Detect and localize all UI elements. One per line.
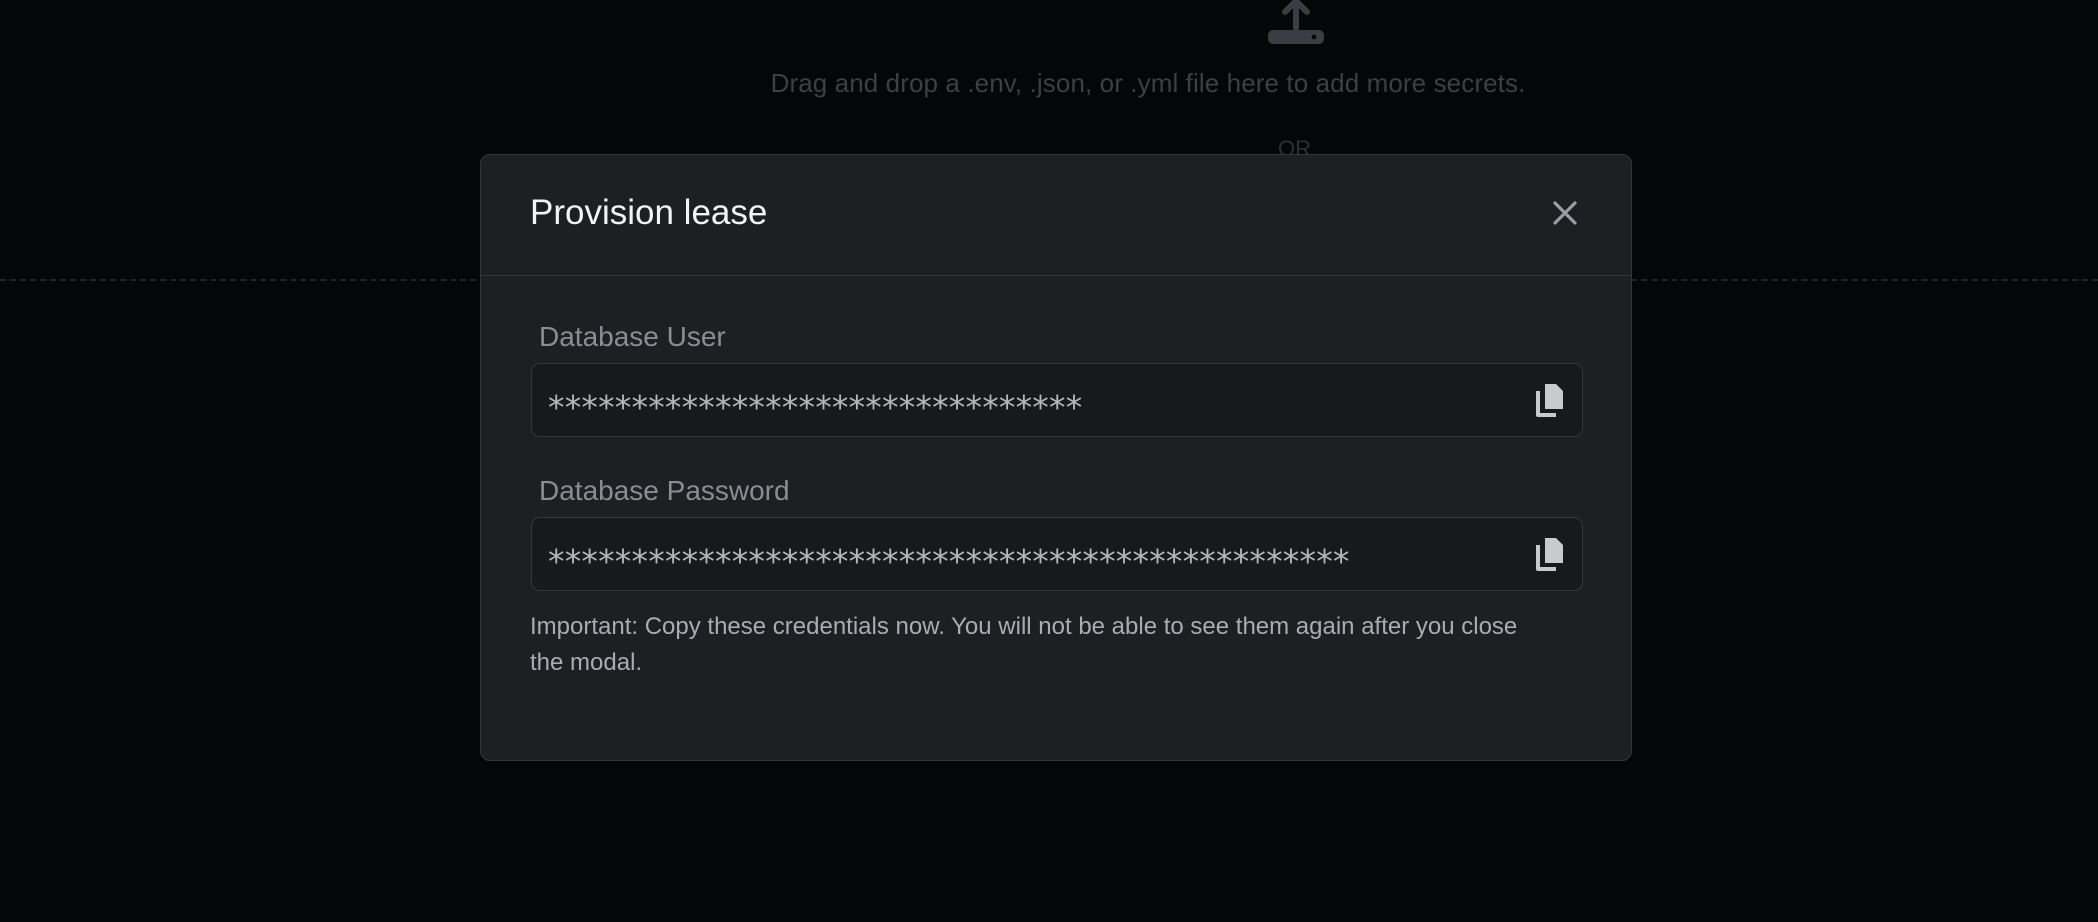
copy-password-button[interactable]: [1532, 534, 1568, 574]
close-button[interactable]: [1547, 195, 1583, 231]
copy-user-button[interactable]: [1532, 380, 1568, 420]
database-password-value: ****************************************…: [548, 542, 1350, 581]
database-user-label: Database User: [539, 321, 726, 352]
close-icon: [1553, 201, 1577, 225]
database-user-field[interactable]: ********************************: [531, 363, 1583, 437]
modal-title: Provision lease: [530, 193, 768, 232]
copy-icon: [1536, 384, 1563, 417]
important-note: Important: Copy these credentials now. Y…: [530, 613, 1518, 676]
database-password-field[interactable]: ****************************************…: [531, 517, 1583, 591]
modal-header: Provision lease: [481, 155, 1631, 276]
database-user-value: ********************************: [548, 388, 1083, 427]
database-password-label: Database Password: [539, 475, 790, 506]
drop-zone-text: Drag and drop a .env, .json, or .yml fil…: [770, 68, 1526, 98]
provision-lease-modal: Provision lease Database User **********…: [480, 154, 1632, 761]
copy-icon: [1536, 538, 1563, 571]
upload-icon: [1266, 0, 1326, 46]
